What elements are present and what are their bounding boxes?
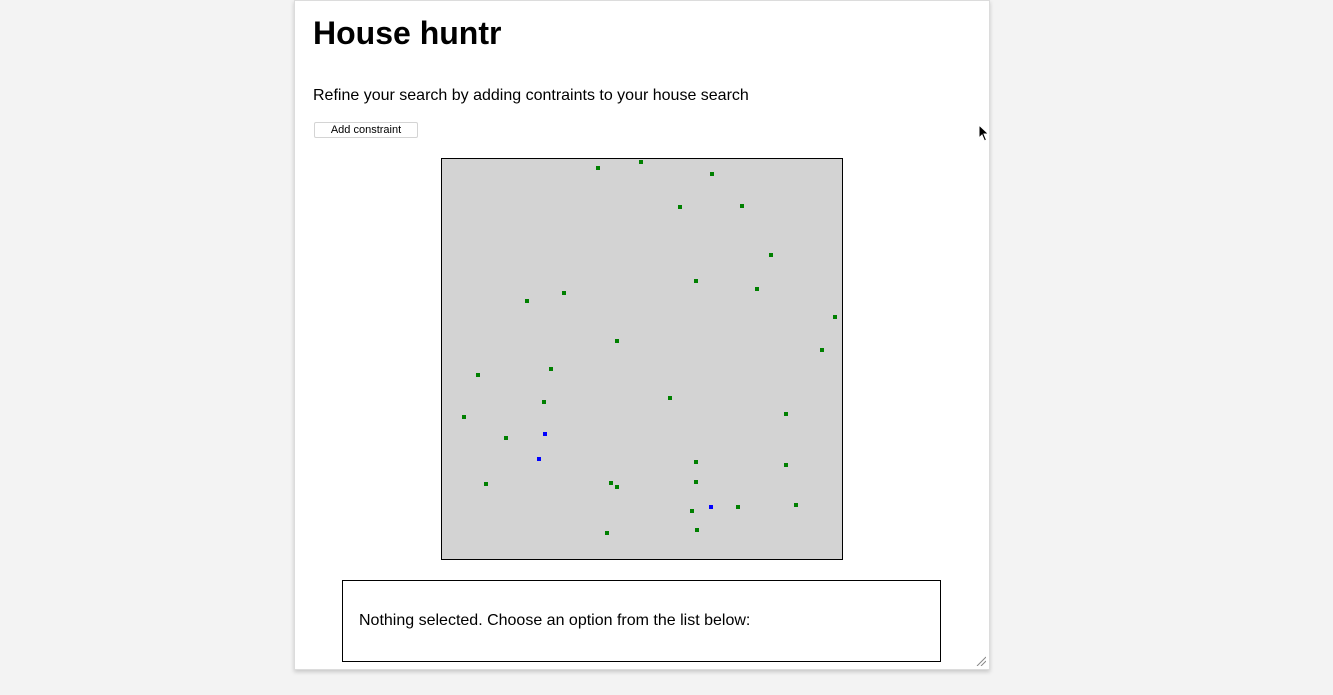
house-marker[interactable] [694,279,698,283]
house-marker[interactable] [542,400,546,404]
house-marker[interactable] [784,412,788,416]
house-marker[interactable] [484,482,488,486]
house-marker[interactable] [596,166,600,170]
house-marker-highlighted[interactable] [543,432,547,436]
house-marker[interactable] [690,509,694,513]
house-marker[interactable] [736,505,740,509]
selection-status: Nothing selected. Choose an option from … [359,612,751,629]
house-marker[interactable] [609,481,613,485]
house-marker[interactable] [615,339,619,343]
main-panel: House huntr Refine your search by adding… [294,0,990,670]
house-marker[interactable] [525,299,529,303]
map-canvas[interactable] [442,159,842,559]
house-marker[interactable] [678,205,682,209]
house-marker[interactable] [695,528,699,532]
resize-grip-icon[interactable] [976,656,986,666]
house-marker[interactable] [755,287,759,291]
mouse-cursor-icon [978,124,990,142]
house-marker[interactable] [605,531,609,535]
house-marker[interactable] [820,348,824,352]
house-marker[interactable] [784,463,788,467]
house-marker[interactable] [694,480,698,484]
house-marker[interactable] [462,415,466,419]
house-marker[interactable] [833,315,837,319]
house-marker[interactable] [549,367,553,371]
house-marker-highlighted[interactable] [537,457,541,461]
house-marker[interactable] [694,460,698,464]
page-title: House huntr [313,15,502,51]
house-marker[interactable] [476,373,480,377]
house-marker[interactable] [668,396,672,400]
house-marker[interactable] [769,253,773,257]
house-marker[interactable] [504,436,508,440]
house-marker[interactable] [740,204,744,208]
add-constraint-button[interactable]: Add constraint [314,122,418,138]
selection-panel: Nothing selected. Choose an option from … [342,580,941,662]
house-marker[interactable] [562,291,566,295]
page-subtitle: Refine your search by adding contraints … [313,87,749,104]
house-marker-highlighted[interactable] [709,505,713,509]
house-marker[interactable] [639,160,643,164]
house-map[interactable] [441,158,843,560]
house-marker[interactable] [615,485,619,489]
house-marker[interactable] [794,503,798,507]
house-marker[interactable] [710,172,714,176]
